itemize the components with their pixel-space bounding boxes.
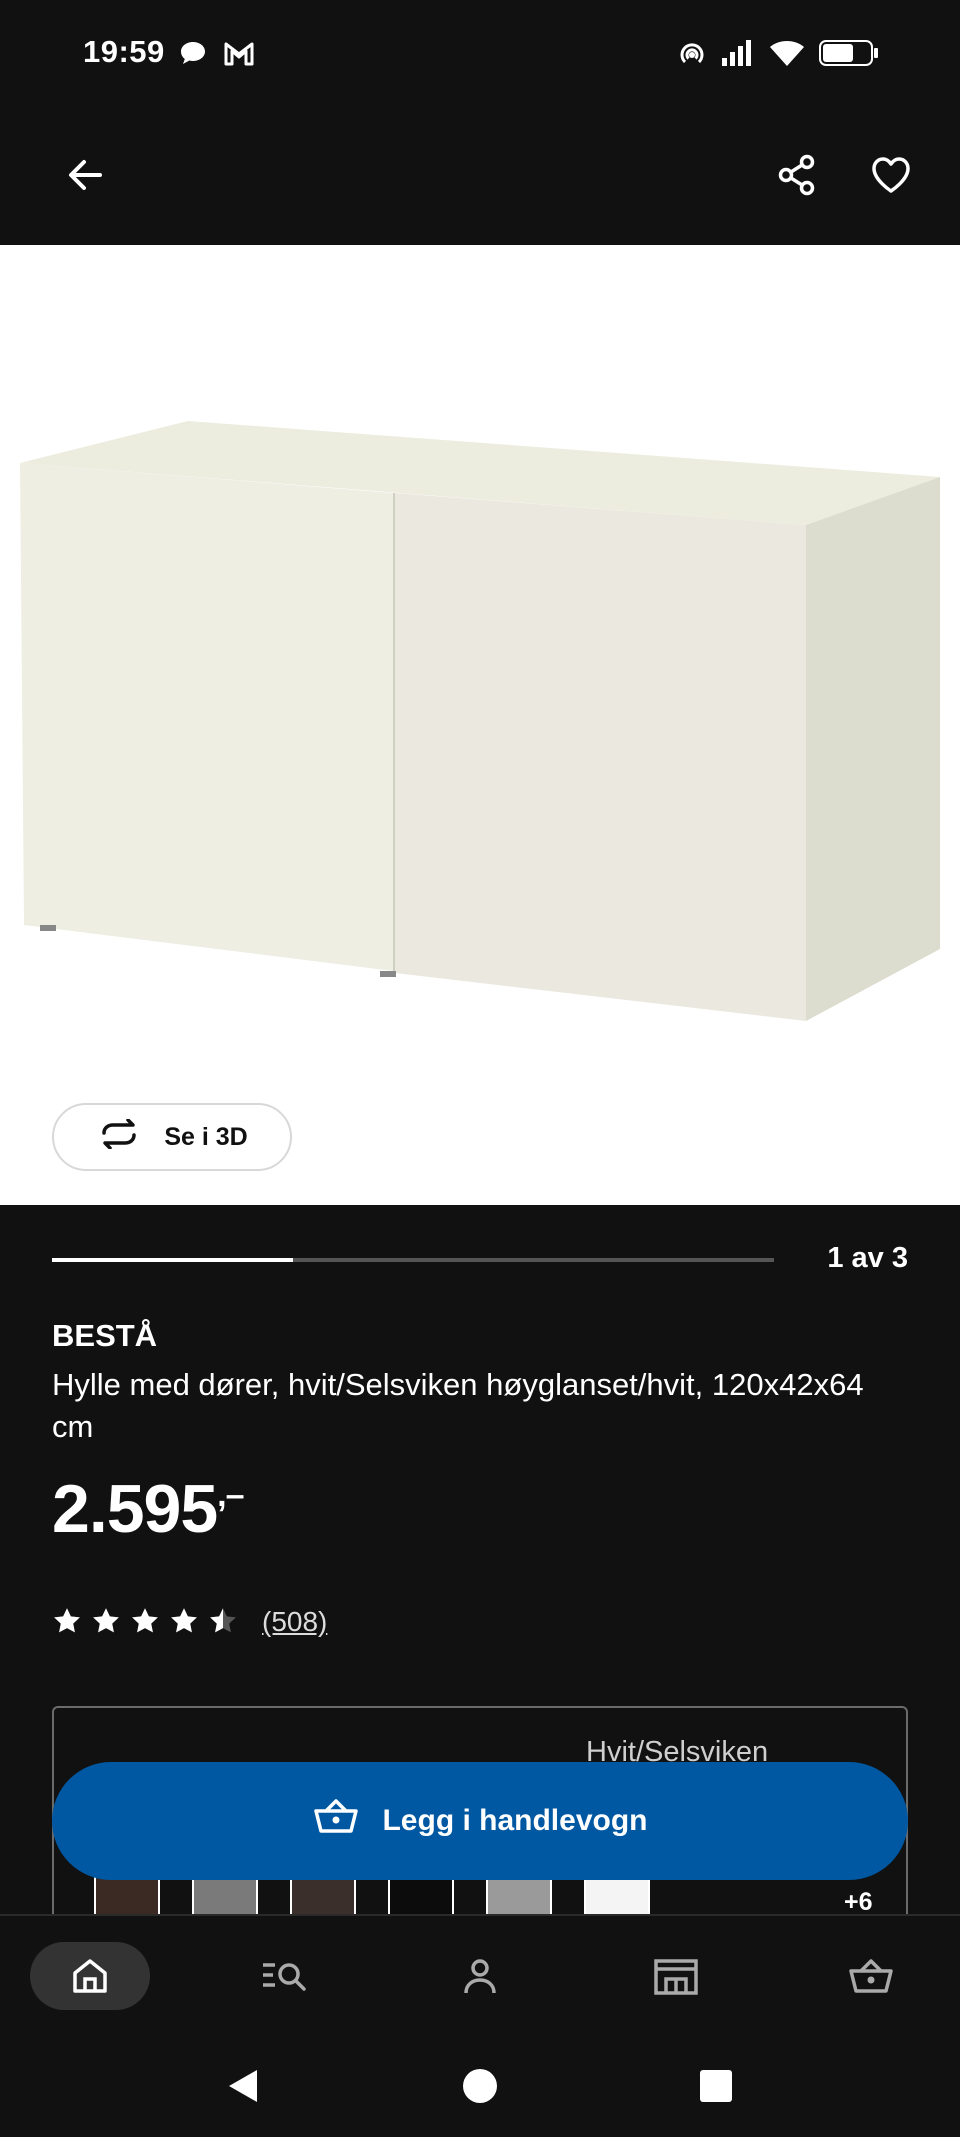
gallery-counter: 1 av 3 xyxy=(827,1242,908,1274)
profile-icon[interactable] xyxy=(420,1942,540,2010)
star-full-icon xyxy=(91,1606,121,1639)
star-rating xyxy=(52,1606,238,1639)
arrow-left-icon[interactable] xyxy=(50,140,120,210)
home-icon[interactable] xyxy=(30,1942,150,2010)
review-count-link[interactable]: (508) xyxy=(262,1606,327,1638)
star-half-icon xyxy=(208,1606,238,1639)
recents-square-icon[interactable] xyxy=(686,2056,746,2116)
rating-row[interactable]: (508) xyxy=(52,1602,327,1642)
search-list-icon[interactable] xyxy=(225,1942,345,2010)
home-circle-icon[interactable] xyxy=(450,2056,510,2116)
progress-fill xyxy=(52,1258,293,1262)
app-header xyxy=(0,110,960,245)
hotspot-icon xyxy=(676,38,708,75)
rotate-3d-icon xyxy=(96,1117,142,1156)
bottom-navigation xyxy=(0,1914,960,2034)
price-value: 2.595 xyxy=(52,1471,218,1547)
see-in-3d-label: Se i 3D xyxy=(164,1122,248,1151)
star-full-icon xyxy=(169,1606,199,1639)
see-in-3d-button[interactable]: Se i 3D xyxy=(52,1103,292,1171)
progress-track xyxy=(52,1258,774,1262)
gmail-icon xyxy=(222,38,256,73)
add-to-cart-label: Legg i handlevogn xyxy=(382,1804,648,1837)
back-triangle-icon[interactable] xyxy=(213,2056,273,2116)
gallery-progress: 1 av 3 xyxy=(52,1240,908,1280)
heart-icon[interactable] xyxy=(856,140,926,210)
star-full-icon xyxy=(52,1606,82,1639)
product-image[interactable]: Se i 3D xyxy=(0,245,960,1205)
store-icon[interactable] xyxy=(616,1942,736,2010)
status-bar: 19:59 xyxy=(0,0,960,110)
cabinet-illustration xyxy=(20,421,940,1021)
status-time: 19:59 xyxy=(83,34,165,69)
more-variants-count[interactable]: +6 xyxy=(844,1888,873,1917)
chat-bubble-icon xyxy=(178,38,208,73)
product-price: 2.595,– xyxy=(52,1470,245,1548)
add-to-cart-button[interactable]: Legg i handlevogn xyxy=(52,1762,908,1880)
share-icon[interactable] xyxy=(762,140,832,210)
wifi-icon xyxy=(768,38,806,73)
system-navigation xyxy=(0,2034,960,2137)
product-description: Hylle med dører, hvit/Selsviken høyglans… xyxy=(52,1367,864,1444)
price-suffix: ,– xyxy=(217,1476,244,1514)
basket-icon xyxy=(312,1797,360,1845)
star-full-icon xyxy=(130,1606,160,1639)
signal-icon xyxy=(720,38,756,73)
product-name: BESTÅ xyxy=(52,1318,158,1353)
battery-icon xyxy=(818,38,880,73)
basket-nav-icon[interactable] xyxy=(811,1942,931,2010)
